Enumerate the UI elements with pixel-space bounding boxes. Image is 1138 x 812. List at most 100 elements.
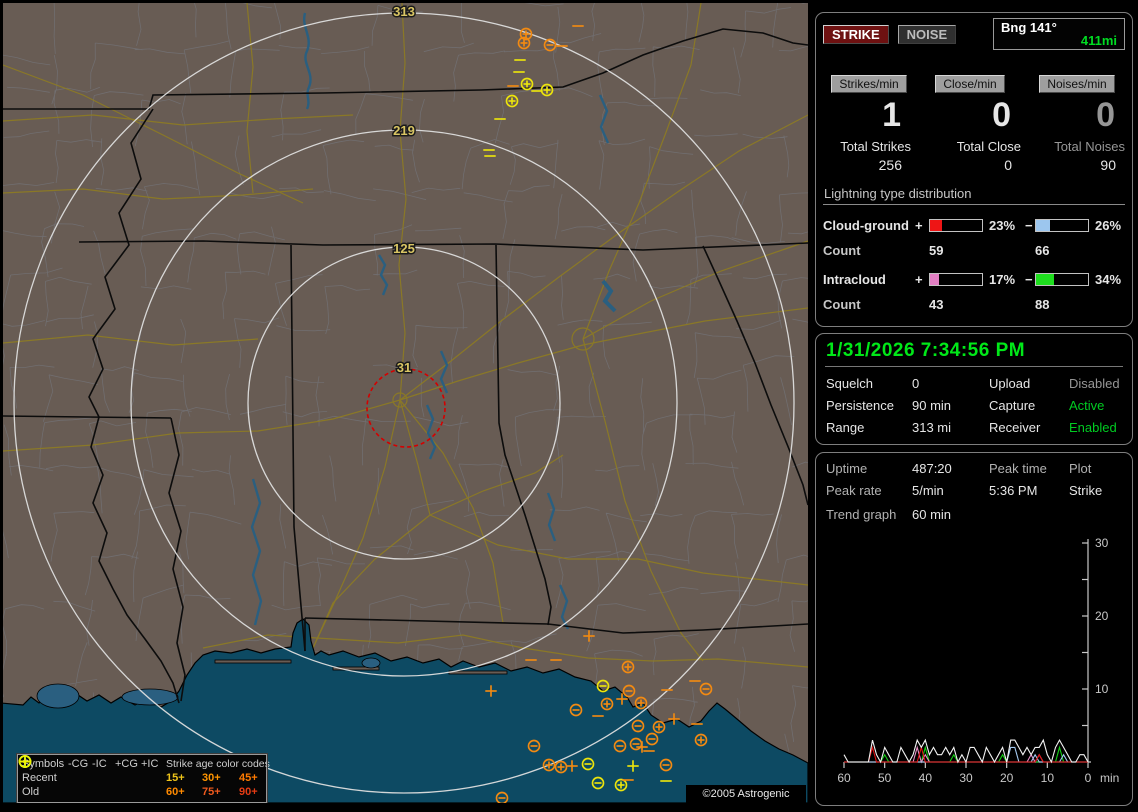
trend-panel: Uptime 487:20 Peak time Plot Peak rate 5… xyxy=(815,452,1133,806)
svg-text:313: 313 xyxy=(393,4,415,19)
squelch-value: 0 xyxy=(912,376,989,391)
border-ms-al xyxy=(291,245,305,651)
svg-text:min: min xyxy=(1100,771,1119,785)
capture-status: Active xyxy=(1069,398,1123,413)
legend-old-label: Old xyxy=(22,786,68,798)
noises-per-min-badge[interactable]: Noises/min xyxy=(1039,75,1114,93)
minus-sign: − xyxy=(1025,272,1035,287)
lake xyxy=(362,658,380,668)
svg-text:20: 20 xyxy=(1095,609,1109,623)
lightning-map[interactable]: 313 219 125 31 Symbols -CG -IC +CG +IC Stri… xyxy=(3,3,808,803)
close-per-min-badge[interactable]: Close/min xyxy=(935,75,1004,93)
svg-text:30: 30 xyxy=(1095,537,1109,550)
age-15: 15+ xyxy=(166,772,202,784)
upload-label: Upload xyxy=(989,376,1069,391)
border-florida-north xyxy=(305,618,808,651)
map-canvas: 313 219 125 31 xyxy=(3,3,808,803)
close-rate: 0 xyxy=(915,96,1025,135)
strikes-rate: 1 xyxy=(823,96,915,135)
lightning-type-distribution: Lightning type distribution Cloud-ground… xyxy=(823,186,1125,316)
legend-age-header: Strike age color codes xyxy=(166,758,269,770)
noise-mode-button[interactable]: NOISE xyxy=(898,25,956,44)
count-label: Count xyxy=(823,297,915,312)
receiver-label: Receiver xyxy=(989,420,1069,435)
border-horizontal-west xyxy=(3,416,185,701)
minus-sign: − xyxy=(1025,218,1035,233)
svg-text:60: 60 xyxy=(837,771,851,785)
peak-rate-label: Peak rate xyxy=(826,483,912,498)
neg-cg-count: 66 xyxy=(1035,243,1089,258)
total-close-value: 0 xyxy=(915,157,1025,173)
capture-label: Capture xyxy=(989,398,1069,413)
legend-col-+ic: +IC xyxy=(141,758,166,770)
uptime-value: 487:20 xyxy=(912,461,989,476)
intracloud-row: Intracloud + 17% − 34% xyxy=(823,267,1125,292)
upload-status: Disabled xyxy=(1069,376,1123,391)
svg-text:125: 125 xyxy=(393,241,415,256)
intracloud-count-row: Count 43 88 xyxy=(823,292,1125,316)
squelch-label: Squelch xyxy=(826,376,912,391)
svg-text:50: 50 xyxy=(878,771,892,785)
pos-ic-pct: 17% xyxy=(983,272,1025,287)
neg-ic-pct: 34% xyxy=(1089,272,1131,287)
svg-text:219: 219 xyxy=(393,123,415,138)
range-label: Range xyxy=(826,420,912,435)
legend-old-row: Old 60+ 75+ 90+ xyxy=(22,785,262,799)
persistence-value: 90 min xyxy=(912,398,989,413)
map-legend: Symbols -CG -IC +CG +IC Strike age color… xyxy=(17,754,267,803)
legend-col-+cg: +CG xyxy=(115,758,141,770)
plus-sign: + xyxy=(915,272,929,287)
age-90: 90+ xyxy=(239,786,269,798)
plot-value: Strike xyxy=(1069,483,1123,498)
clock-display: 1/31/2026 7:34:56 PM xyxy=(825,338,1123,367)
neg-cg-bar xyxy=(1035,219,1089,232)
svg-text:30: 30 xyxy=(959,771,973,785)
legend-header-row: Symbols -CG -IC +CG +IC Strike age color… xyxy=(22,757,262,771)
persistence-label: Persistence xyxy=(826,398,912,413)
strike-counters-panel: STRIKE NOISE Bng 141° 411mi Strikes/min … xyxy=(815,12,1133,327)
peak-rate-value: 5/min xyxy=(912,483,989,498)
bearing-distance: 411mi xyxy=(1081,33,1117,48)
trend-graph: 6050403020100min102030 xyxy=(816,537,1134,805)
svg-text:31: 31 xyxy=(397,360,411,375)
copyright-notice: ©2005 Astrogenic Systems xyxy=(686,785,806,803)
legend-col--cg: -CG xyxy=(68,758,92,770)
strikes-per-min-badge[interactable]: Strikes/min xyxy=(831,75,906,93)
svg-text:0: 0 xyxy=(1085,771,1092,785)
peak-time-label: Peak time xyxy=(989,461,1069,476)
barrier-island xyxy=(215,660,291,663)
svg-text:40: 40 xyxy=(919,771,933,785)
range-value: 313 mi xyxy=(912,420,989,435)
distribution-header: Lightning type distribution xyxy=(823,186,1125,205)
age-75: 75+ xyxy=(202,786,239,798)
border-tennessee-south xyxy=(79,241,808,250)
strike-mode-button[interactable]: STRIKE xyxy=(823,25,889,44)
peak-time-value: 5:36 PM xyxy=(989,483,1069,498)
pos-ic-bar xyxy=(929,273,983,286)
pos-cg-count: 59 xyxy=(929,243,983,258)
noises-rate: 0 xyxy=(1025,96,1129,135)
total-noises-value: 90 xyxy=(1025,157,1129,173)
pos-cg-pct: 23% xyxy=(983,218,1025,233)
trend-graph-label: Trend graph xyxy=(826,507,912,522)
border-mississippi-river xyxy=(89,109,179,703)
legend-col--ic: -IC xyxy=(92,758,115,770)
total-strikes-value: 256 xyxy=(823,157,915,173)
lake xyxy=(122,689,178,705)
cloud-ground-count-row: Count 59 66 xyxy=(823,238,1125,262)
pos-cg-bar xyxy=(929,219,983,232)
cloud-ground-row: Cloud-ground + 23% − 26% xyxy=(823,213,1125,238)
lake xyxy=(37,684,79,708)
plus-sign: + xyxy=(915,218,929,233)
bearing-display: Bng 141° 411mi xyxy=(993,18,1125,50)
roads-layer xyxy=(3,3,808,667)
bearing-value: Bng 141° xyxy=(1001,20,1057,48)
svg-text:10: 10 xyxy=(1041,771,1055,785)
legend-recent-label: Recent xyxy=(22,772,68,784)
total-close-label: Total Close xyxy=(915,139,1025,154)
total-strikes-label: Total Strikes xyxy=(823,139,915,154)
legend-recent-row: Recent 15+ 30+ 45+ xyxy=(22,771,262,785)
uptime-label: Uptime xyxy=(826,461,912,476)
plot-label: Plot xyxy=(1069,461,1123,476)
total-noises-label: Total Noises xyxy=(1025,139,1129,154)
